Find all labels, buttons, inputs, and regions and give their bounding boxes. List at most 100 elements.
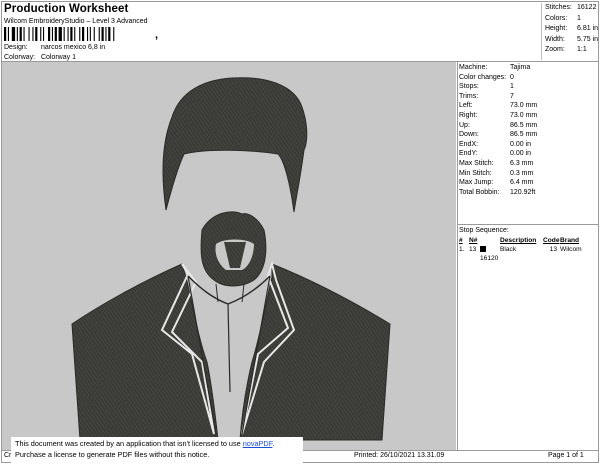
machine-info-value: 0.00 in (510, 150, 532, 158)
machine-info: Machine: Tajima Color changes: 0 Stops: 1 Trim… (459, 63, 599, 197)
machine-info-label: Machine: (459, 64, 488, 71)
machine-info-label: Left: (459, 102, 473, 110)
barcode-mark: , (155, 29, 159, 41)
barcode-bar (48, 27, 51, 41)
design-value: narcos mexico 6,8 in (40, 44, 106, 51)
barcode-bar (63, 27, 65, 41)
page-title: Production Worksheet (4, 3, 129, 15)
stat-zoom: Zoom: 1:1 (545, 46, 587, 54)
embroidery-design (71, 77, 391, 441)
barcode-bar (11, 27, 16, 41)
machine-info-value: 0.3 mm (510, 169, 534, 177)
machine-info-value: 86.5 mm (510, 121, 538, 129)
hair-shape (162, 77, 308, 213)
machine-info-row: Left: 73.0 mm (459, 101, 599, 111)
colorway-value: Colorway 1 (40, 54, 76, 61)
col-brand: Brand (560, 237, 580, 244)
col-needle: N# (469, 237, 478, 244)
machine-info-value: 1 (510, 83, 514, 91)
barcode-bar (40, 27, 42, 41)
machine-info-label: Total Bobbin: (459, 188, 500, 196)
machine-info-label: Max Jump: (459, 179, 494, 187)
machine-panel: Machine: Tajima Color changes: 0 Stops: 1 Trim… (457, 62, 599, 450)
machine-info-label: Right: (459, 111, 478, 119)
barcode-bar (82, 27, 85, 41)
machine-info-label: EndX: (459, 140, 479, 148)
machine-info-value: 0 (510, 73, 514, 81)
machine-info-label: Min Stitch: (459, 169, 492, 177)
barcode-bar (51, 27, 53, 41)
barcode-bar (16, 27, 18, 41)
barcode-bar (89, 27, 91, 41)
barcode-bar (43, 27, 45, 41)
design-stats: Stitches: 16122 Colors: 1 Height: 6.81 in W… (541, 3, 599, 60)
barcode-bar (54, 27, 57, 41)
barcode-bar (35, 27, 38, 41)
machine-info-row: Right: 73.0 mm (459, 111, 599, 121)
colorway-row: Colorway: Colorway 1 (4, 54, 76, 61)
machine-info-value: Tajima (510, 64, 531, 71)
machine-info-label: Down: (459, 131, 479, 139)
machine-info-value: 0.00 in (510, 140, 532, 148)
machine-info-value: 7 (510, 92, 514, 100)
machine-info-row: Min Stitch: 0.3 mm (459, 169, 599, 179)
machine-info-row: Machine: Tajima (459, 63, 599, 73)
machine-info-row: EndX: 0.00 in (459, 140, 599, 150)
stat-colors: Colors: 1 (545, 14, 581, 22)
machine-info-row: Trims: 7 (459, 92, 599, 102)
barcode-bar (108, 27, 111, 41)
barcode-bar (98, 27, 100, 41)
stat-height: Height: 6.81 in (545, 25, 599, 33)
machine-info-label: Trims: (459, 92, 479, 100)
barcode-bar (87, 27, 89, 41)
machine-info-value: 86.5 mm (510, 131, 538, 139)
barcode-bar (23, 27, 25, 41)
machine-info-label: EndY: (459, 150, 478, 158)
machine-info-value: 6.3 mm (510, 159, 534, 167)
stat-width: Width: 5.75 in (545, 35, 599, 43)
machine-info-label: Max Stitch: (459, 159, 494, 167)
printed-date: Printed: 26/10/2021 13.31.09 (354, 452, 445, 459)
machine-info-row: Color changes: 0 (459, 73, 599, 83)
machine-info-value: 120.92ft (510, 188, 536, 196)
machine-info-value: 73.0 mm (510, 111, 538, 119)
jacket-right (239, 263, 391, 441)
machine-info-row: Up: 86.5 mm (459, 121, 599, 131)
barcode-bar (70, 27, 73, 41)
barcode-bar (28, 27, 30, 41)
col-number: # (459, 237, 463, 244)
col-description: Description (500, 237, 537, 244)
barcode-bar (79, 27, 81, 41)
design-row: Design: narcos mexico 6,8 in (4, 44, 105, 51)
machine-info-row: Max Stitch: 6.3 mm (459, 159, 599, 169)
license-notice: This document was created by an applicat… (11, 437, 303, 463)
col-code: Code (543, 237, 560, 244)
barcode (4, 27, 115, 41)
barcode-bar (58, 27, 62, 41)
barcode-bar (113, 27, 115, 41)
barcode-bar (67, 27, 69, 41)
stop-sequence: Stop Sequence: # N# Description Code Bra… (458, 224, 599, 262)
stop-sequence-header: # N# Description Code Brand (458, 236, 599, 245)
novapdf-link[interactable]: novaPDF (243, 439, 273, 448)
software-name: Wilcom EmbroideryStudio – Level 3 Advanc… (4, 18, 148, 25)
stop-sequence-title: Stop Sequence: (459, 227, 509, 234)
notice-line-2: Purchase a license to generate PDF files… (15, 449, 210, 459)
barcode-bar (32, 27, 34, 41)
barcode-bar (19, 27, 22, 41)
machine-info-row: Total Bobbin: 120.92ft (459, 188, 599, 198)
page-number: Page 1 of 1 (548, 452, 584, 459)
machine-info-value: 73.0 mm (510, 102, 538, 110)
colorway-label: Colorway: (4, 54, 36, 61)
jacket-left (71, 263, 219, 441)
shirt-placket (227, 303, 231, 393)
barcode-bar (93, 27, 95, 41)
machine-info-row: Down: 86.5 mm (459, 130, 599, 140)
machine-info-row: EndY: 0.00 in (459, 149, 599, 159)
barcode-bar (105, 27, 107, 41)
machine-info-label: Color changes: (459, 73, 507, 81)
stat-stitches: Stitches: 16122 (545, 4, 597, 11)
barcode-bar (74, 27, 76, 41)
color-swatch (480, 246, 486, 252)
machine-info-label: Stops: (459, 83, 479, 91)
